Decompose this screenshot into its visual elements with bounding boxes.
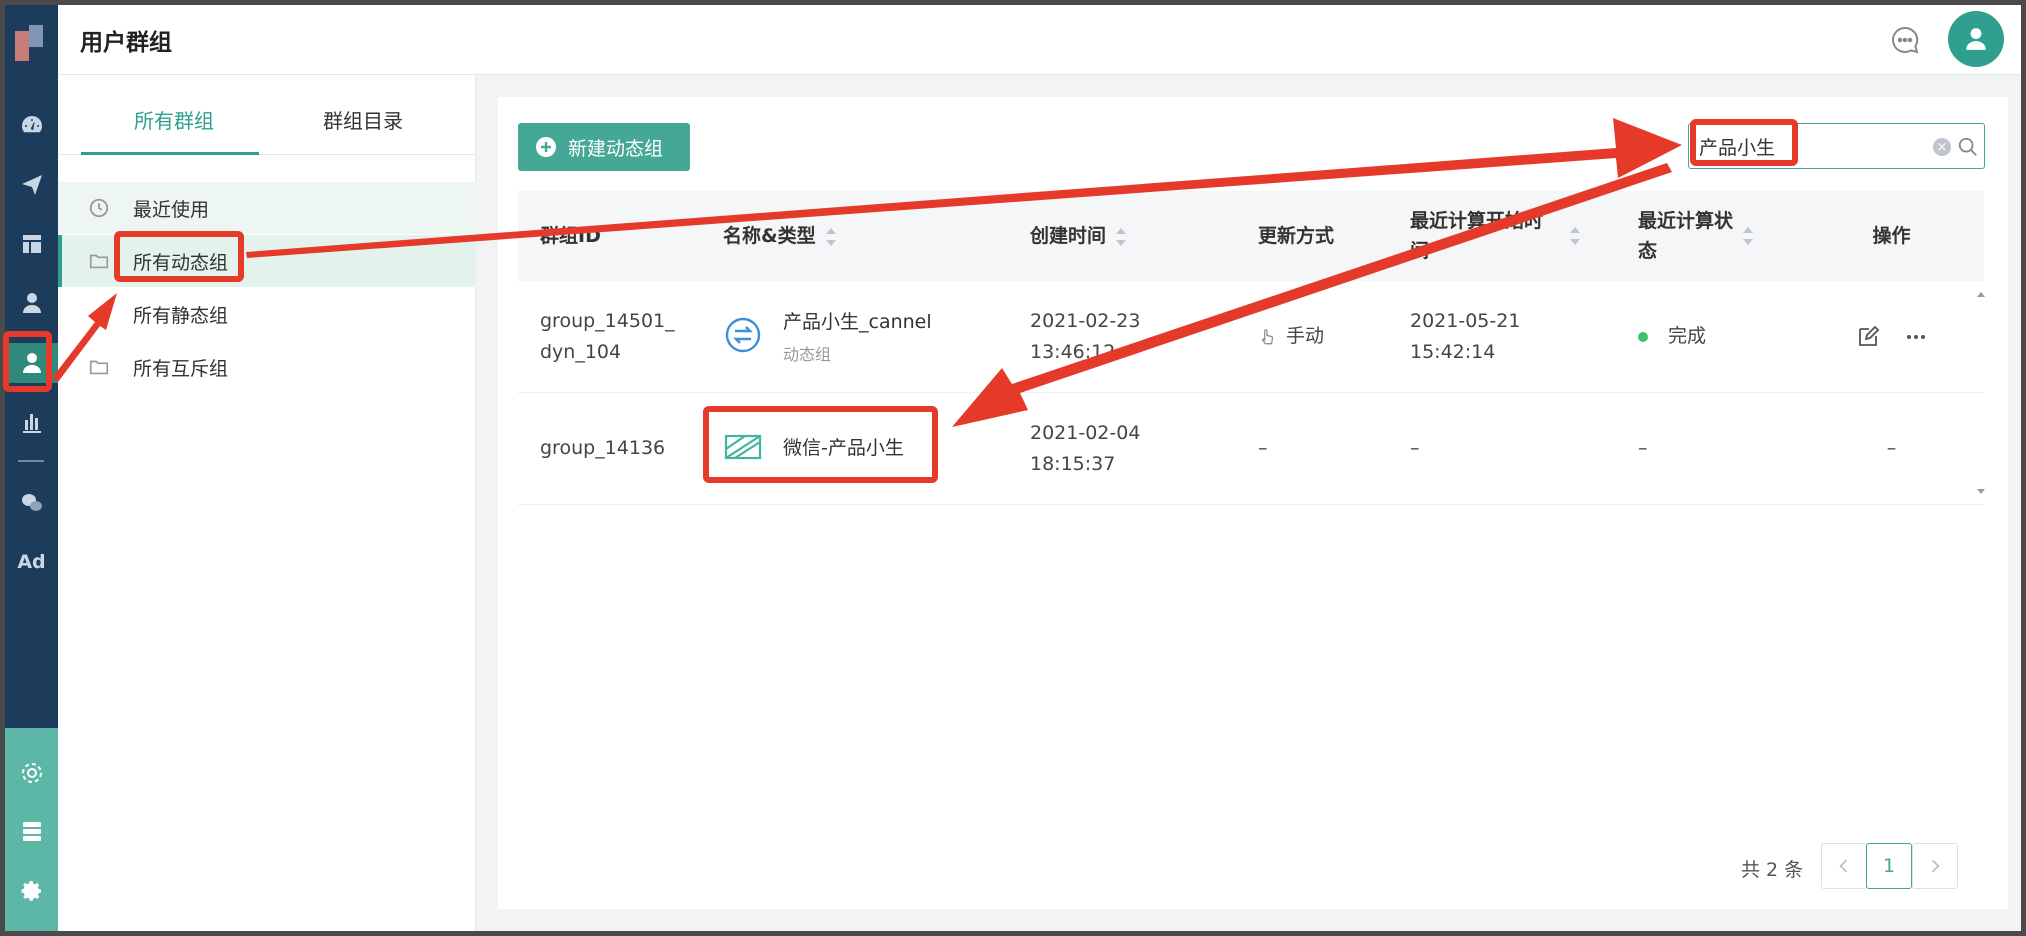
group-name[interactable]: 微信-产品小生	[783, 433, 904, 464]
avatar[interactable]	[1948, 11, 2004, 67]
page-number-button[interactable]: 1	[1866, 843, 1912, 889]
prev-page-button[interactable]	[1821, 843, 1867, 889]
user-group-icon[interactable]	[5, 343, 58, 383]
tab-group-directory[interactable]: 群组目录	[323, 105, 403, 134]
search-icon[interactable]	[1957, 136, 1979, 158]
group-table: 群组ID 名称&类型 创建时间 更新方式 最近计算开始时间 最近计算状态 操作 …	[518, 191, 1984, 505]
sidebar-item-all-dynamic[interactable]: 所有动态组	[58, 235, 476, 287]
chevron-right-icon	[1931, 859, 1940, 873]
group-name[interactable]: 产品小生_cannel	[783, 307, 932, 338]
sidebar-item-all-static[interactable]: 所有静态组	[58, 288, 476, 340]
main-nav-rail: Ad	[5, 5, 58, 931]
column-header-actions: 操作	[1799, 191, 1984, 281]
search-box[interactable]: ×	[1688, 123, 1985, 169]
group-id-cell: group_14501_ dyn_104	[518, 281, 701, 393]
sidebar-item-recent[interactable]: 最近使用	[58, 182, 476, 234]
clear-icon[interactable]: ×	[1933, 138, 1951, 156]
last-calc-start-cell: –	[1388, 392, 1616, 505]
table-header-row: 群组ID 名称&类型 创建时间 更新方式 最近计算开始时间 最近计算状态 操作	[518, 191, 1984, 281]
pagination-total: 共 2 条	[1741, 859, 1804, 881]
sort-icon[interactable]	[1570, 227, 1580, 245]
status-cell: –	[1616, 392, 1799, 505]
rail-bottom-panel	[5, 728, 58, 931]
status-badge: 完成	[1668, 325, 1707, 347]
status-cell: 完成	[1616, 281, 1799, 393]
sort-icon[interactable]	[1743, 227, 1753, 245]
search-input[interactable]	[1699, 132, 1919, 160]
status-dot	[1638, 331, 1648, 342]
chat-icon[interactable]	[1890, 25, 1920, 55]
created-cell: 2021-02-23 13:46:12	[1008, 281, 1236, 393]
new-dynamic-group-button[interactable]: 新建动态组	[518, 123, 690, 171]
table-scrollbar[interactable]	[1974, 283, 1988, 503]
page-header: 用户群组	[58, 5, 2021, 75]
actions-cell: –	[1799, 392, 1984, 505]
server-icon[interactable]	[5, 811, 58, 851]
edit-icon[interactable]	[1856, 325, 1880, 349]
dynamic-group-icon	[725, 317, 761, 353]
clock-icon	[89, 198, 109, 218]
group-name-cell: 产品小生_cannel 动态组	[701, 281, 1008, 393]
chevron-left-icon	[1839, 859, 1848, 873]
sidebar-item-label: 所有动态组	[133, 251, 229, 274]
new-dynamic-group-label: 新建动态组	[568, 138, 664, 160]
hand-pointer-icon	[1261, 328, 1274, 344]
bar-chart-icon[interactable]	[5, 402, 58, 442]
column-header-name-type[interactable]: 名称&类型	[701, 191, 1008, 281]
group-tabs: 所有群组 群组目录	[58, 75, 476, 155]
user-avatar-icon	[1966, 28, 1986, 50]
sort-icon[interactable]	[825, 227, 836, 246]
actions-cell	[1799, 281, 1984, 393]
page-title: 用户群组	[80, 30, 172, 56]
column-header-created[interactable]: 创建时间	[1008, 191, 1236, 281]
integration-icon[interactable]	[5, 753, 58, 793]
group-list-panel: 新建动态组 × 群组ID 名称&类型 创建时间 更新方式 最近计算开始时间 最近…	[498, 97, 2008, 909]
created-cell: 2021-02-04 18:15:37	[1008, 392, 1236, 505]
ad-icon[interactable]: Ad	[5, 542, 58, 582]
pagination: 共 2 条 1	[498, 843, 2008, 893]
active-tab-indicator	[81, 152, 259, 155]
table-row[interactable]: group_14501_ dyn_104 产品小生_cannel 动态组 2021…	[518, 281, 1984, 393]
next-page-button[interactable]	[1912, 843, 1958, 889]
tab-all-groups[interactable]: 所有群组	[134, 105, 214, 134]
send-icon[interactable]	[5, 165, 58, 205]
wechat-group-icon	[724, 434, 762, 460]
sidebar-item-label: 所有静态组	[133, 304, 229, 327]
column-header-last-calc-status[interactable]: 最近计算状态	[1616, 191, 1799, 281]
dashboard-icon[interactable]	[5, 105, 58, 145]
rail-divider	[18, 460, 44, 462]
sidebar-item-all-exclusive[interactable]: 所有互斥组	[58, 341, 476, 393]
update-mode-cell: –	[1236, 392, 1388, 505]
group-type: 动态组	[783, 345, 832, 364]
table-row[interactable]: group_14136 微信-产品小生 2021-02-04 18:15:37 –…	[518, 392, 1984, 505]
folder-icon	[89, 360, 109, 375]
layout-icon[interactable]	[5, 224, 58, 264]
logo-icon	[15, 25, 43, 61]
wechat-icon[interactable]	[5, 483, 58, 523]
sidebar-item-label: 所有互斥组	[133, 357, 229, 380]
sidebar-item-label: 最近使用	[133, 198, 210, 221]
app-window: Ad 用户群组 所有群组 群组目录 最近使用 所有动态组 所有静态组 所有互斥组…	[5, 5, 2021, 931]
update-mode-cell: 手动	[1236, 281, 1388, 393]
column-header-id: 群组ID	[518, 191, 701, 281]
last-calc-start-cell: 2021-05-21 15:42:14	[1388, 281, 1616, 393]
ad-label: Ad	[17, 551, 46, 573]
group-sidebar: 所有群组 群组目录 最近使用 所有动态组 所有静态组 所有互斥组	[58, 75, 476, 931]
group-id-cell: group_14136	[518, 392, 701, 505]
plus-circle-icon	[536, 137, 556, 157]
more-icon[interactable]	[1904, 325, 1928, 349]
sort-icon[interactable]	[1116, 227, 1127, 246]
user-icon[interactable]	[5, 283, 58, 323]
column-header-last-calc-start[interactable]: 最近计算开始时间	[1388, 191, 1616, 281]
folder-icon	[89, 254, 109, 269]
group-name-cell: 微信-产品小生	[701, 392, 1008, 505]
column-header-update-mode: 更新方式	[1236, 191, 1388, 281]
gear-icon[interactable]	[5, 871, 58, 911]
